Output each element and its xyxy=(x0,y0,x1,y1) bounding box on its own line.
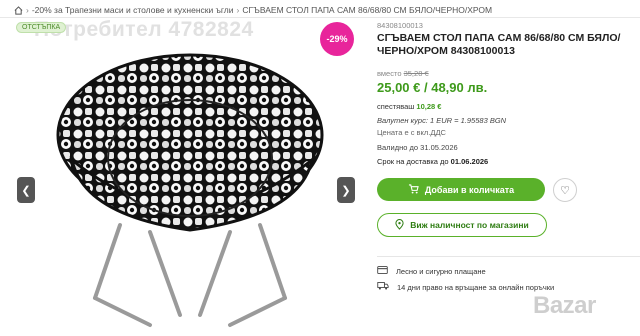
feature-label: Лесно и сигурно плащане xyxy=(396,266,486,276)
truck-icon xyxy=(377,282,389,292)
valid-until: Валидно до 31.05.2026 xyxy=(377,143,458,152)
discount-badge: -29% xyxy=(320,22,354,56)
availability-button[interactable]: Виж наличност по магазини xyxy=(377,213,547,237)
exchange-rate: Валутен курс: 1 EUR = 1.95583 BGN xyxy=(377,116,507,125)
promo-badge: ОТСТЪПКА xyxy=(16,22,67,33)
vat-note: Цената е с вкл.ДДС xyxy=(377,128,446,137)
user-watermark: Потребител 4782824 xyxy=(34,18,254,41)
old-price-line: вместо 35,28 € xyxy=(377,69,429,78)
saving-line: спестяваш 10,28 € xyxy=(377,102,441,111)
product-sku: 84308100013 xyxy=(377,21,423,30)
availability-label: Виж наличност по магазини xyxy=(410,220,529,230)
current-price: 25,00 € / 48,90 лв. xyxy=(377,80,488,95)
cart-icon xyxy=(408,183,419,196)
breadcrumb-separator: › xyxy=(26,5,29,15)
breadcrumb-separator: › xyxy=(236,5,240,15)
feature-label: 14 дни право на връщане за онлайн поръчк… xyxy=(397,282,555,292)
product-image xyxy=(56,53,324,327)
delivery-label: Срок на доставка до xyxy=(377,157,449,166)
feature-return-policy: 14 дни право на връщане за онлайн поръчк… xyxy=(377,282,554,292)
breadcrumb: › -20% за Трапезни маси и столове и кухн… xyxy=(14,3,492,17)
favorite-button[interactable]: ♡ xyxy=(553,178,577,202)
chevron-left-icon: ❮ xyxy=(21,184,31,197)
add-to-cart-button[interactable]: Добави в количката xyxy=(377,178,545,201)
old-price-label: вместо xyxy=(377,69,402,78)
gallery-prev-button[interactable]: ❮ xyxy=(17,177,35,203)
features-divider xyxy=(377,256,640,257)
old-price: 35,28 € xyxy=(403,69,429,78)
product-info: 84308100013 СГЪВАЕМ СТОЛ ПАПА САМ 86/68/… xyxy=(377,21,627,58)
saving-label: спестяваш xyxy=(377,102,415,111)
delivery-term: Срок на доставка до 01.06.2026 xyxy=(377,157,488,166)
home-icon[interactable] xyxy=(14,5,23,15)
feature-secure-payment: Лесно и сигурно плащане xyxy=(377,266,486,276)
card-icon xyxy=(377,266,388,276)
add-to-cart-label: Добави в количката xyxy=(424,184,515,195)
product-title: СГЪВАЕМ СТОЛ ПАПА САМ 86/68/80 СМ БЯЛО/Ч… xyxy=(377,32,621,57)
gallery-next-button[interactable]: ❯ xyxy=(337,177,355,203)
saving-value: 10,28 € xyxy=(416,102,442,111)
breadcrumb-category-link[interactable]: -20% за Трапезни маси и столове и кухнен… xyxy=(32,5,234,15)
delivery-date: 01.06.2026 xyxy=(450,157,489,166)
bazar-watermark-logo: Bazar xyxy=(533,292,596,319)
breadcrumb-current: СГЪВАЕМ СТОЛ ПАПА САМ 86/68/80 СМ БЯЛО/Ч… xyxy=(242,5,493,15)
heart-icon: ♡ xyxy=(560,184,570,197)
chevron-right-icon: ❯ xyxy=(341,184,351,197)
location-pin-icon xyxy=(395,218,404,232)
